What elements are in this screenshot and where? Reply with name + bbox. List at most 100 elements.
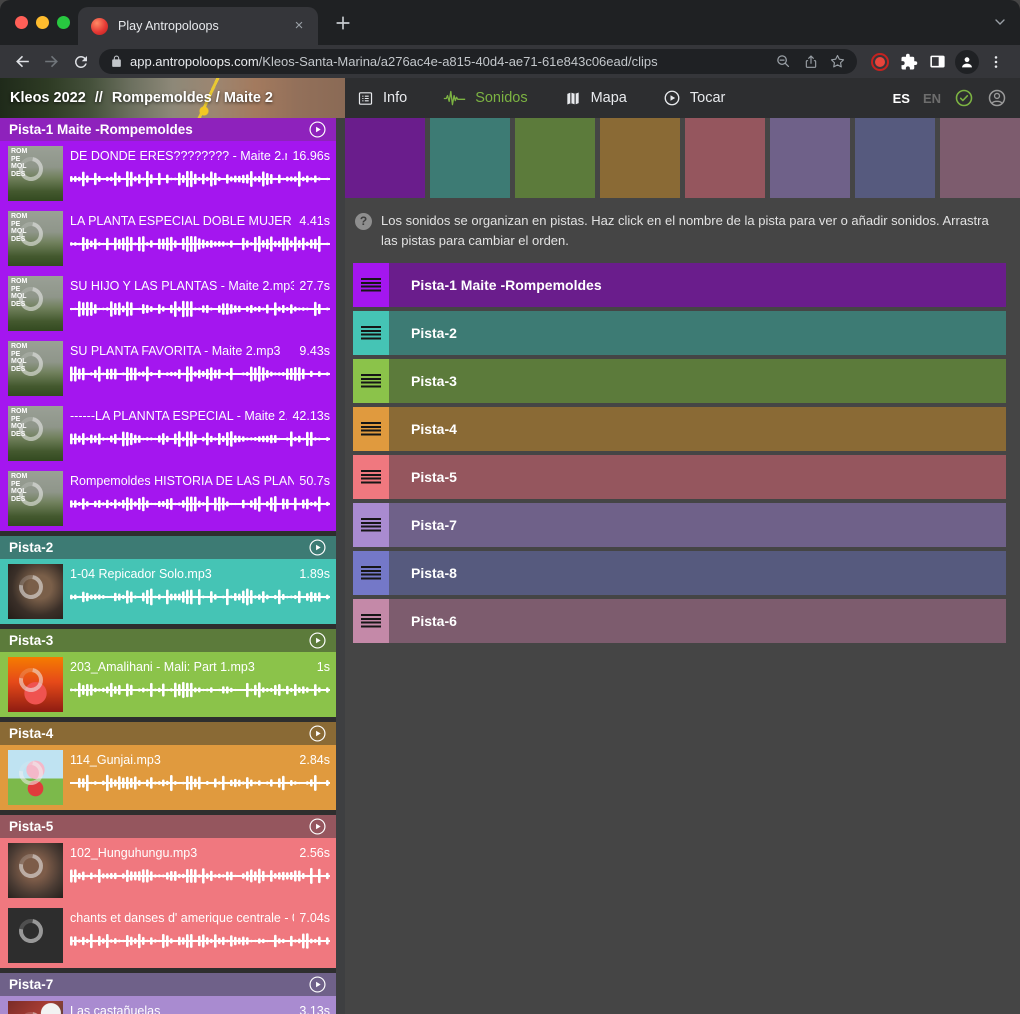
track-header[interactable]: Pista-4 [0, 722, 336, 745]
track-row[interactable]: Pista-7 [353, 503, 1006, 547]
track-play-button[interactable] [307, 724, 327, 744]
clip-name: DE DONDE ERES???????? - Maite 2.mp3 [70, 149, 287, 163]
forward-button[interactable] [37, 48, 66, 76]
tab-sonidos[interactable]: Sonidos [443, 90, 527, 107]
play-circle-icon [308, 975, 327, 994]
loading-spinner-icon [14, 914, 47, 947]
clip-name: SU PLANTA FAVORITA - Maite 2.mp3 [70, 344, 294, 358]
app-tabs: Info Sonidos Mapa Tocar [345, 78, 725, 118]
bookmark-button[interactable] [824, 50, 851, 74]
clip-thumbnail [8, 750, 63, 805]
track-drag-handle[interactable] [353, 407, 389, 451]
app-content: Pista-1 Maite -Rompemoldes ROM PE MOL DE… [0, 118, 1020, 1014]
clip-item[interactable]: Las castañuelas 3.13s [0, 996, 336, 1014]
clip-name: Las castañuelas [70, 1004, 294, 1014]
profile-button[interactable] [952, 48, 981, 76]
browser-menu-button[interactable] [981, 48, 1010, 76]
clip-thumbnail: ROM PE MOL DES [8, 471, 63, 526]
extensions-puzzle-icon [900, 53, 918, 71]
track-play-button[interactable] [307, 120, 327, 140]
loading-spinner-icon [14, 1007, 47, 1014]
track-drag-handle[interactable] [353, 263, 389, 307]
clip-item[interactable]: ROM PE MOL DES Rompemoldes HISTORIA DE L… [0, 466, 336, 531]
new-tab-button[interactable] [332, 12, 354, 34]
sidebar-scrollbar[interactable] [336, 118, 345, 1014]
breadcrumb[interactable]: Kleos 2022 // Rompemoldes / Maite 2 [0, 78, 345, 118]
extensions-button[interactable] [894, 48, 923, 76]
share-button[interactable] [797, 50, 824, 74]
map-icon [564, 90, 582, 107]
track-header[interactable]: Pista-1 Maite -Rompemoldes [0, 118, 336, 141]
reload-button[interactable] [66, 48, 95, 76]
track-drag-handle[interactable] [353, 311, 389, 355]
clip-waveform [70, 300, 330, 318]
recording-indicator[interactable] [865, 48, 894, 76]
track-drag-handle[interactable] [353, 503, 389, 547]
clip-thumbnail: ROM PE MOL DES [8, 276, 63, 331]
track-drag-handle[interactable] [353, 551, 389, 595]
track-drag-handle[interactable] [353, 455, 389, 499]
drag-handle-icon [361, 566, 381, 581]
window-close-button[interactable] [15, 16, 28, 29]
clip-item[interactable]: 203_Amalihani - Mali: Part 1.mp3 1s [0, 652, 336, 717]
clip-item[interactable]: ROM PE MOL DES LA PLANTA ESPECIAL DOBLE … [0, 206, 336, 271]
tab-mapa[interactable]: Mapa [564, 90, 627, 107]
track-row-label: Pista-7 [389, 503, 1006, 547]
track-color-swatch [855, 118, 935, 198]
track-header[interactable]: Pista-5 [0, 815, 336, 838]
tab-info[interactable]: Info [357, 90, 407, 107]
url-bar[interactable]: app.antropoloops.com/Kleos-Santa-Marina/… [99, 49, 857, 74]
track-drag-handle[interactable] [353, 359, 389, 403]
track-row[interactable]: Pista-1 Maite -Rompemoldes [353, 263, 1006, 307]
track-play-button[interactable] [307, 975, 327, 995]
clip-list: 203_Amalihani - Mali: Part 1.mp3 1s [0, 652, 336, 717]
clip-item[interactable]: 1-04 Repicador Solo.mp3 1.89s [0, 559, 336, 624]
track-row[interactable]: Pista-5 [353, 455, 1006, 499]
clip-name: ------LA PLANNTA ESPECIAL - Maite 2.mp3 [70, 409, 287, 423]
clip-thumbnail [8, 1001, 63, 1014]
track-row[interactable]: Pista-6 [353, 599, 1006, 643]
tab-search-chevron-button[interactable] [992, 14, 1008, 30]
track-play-button[interactable] [307, 631, 327, 651]
track-header[interactable]: Pista-7 [0, 973, 336, 996]
lang-es-button[interactable]: ES [893, 91, 910, 106]
clip-duration: 50.7s [299, 474, 330, 488]
clip-item[interactable]: 114_Gunjai.mp3 2.84s [0, 745, 336, 810]
side-panel-button[interactable] [923, 48, 952, 76]
track-header[interactable]: Pista-3 [0, 629, 336, 652]
tab-tocar[interactable]: Tocar [663, 89, 725, 107]
tab-close-icon[interactable]: × [290, 17, 308, 35]
track-play-button[interactable] [307, 817, 327, 837]
track-drag-handle[interactable] [353, 599, 389, 643]
clip-item[interactable]: chants et danses d' amerique centrale - … [0, 903, 336, 968]
track-row-label: Pista-1 Maite -Rompemoldes [389, 263, 1006, 307]
clip-item[interactable]: ROM PE MOL DES SU PLANTA FAVORITA - Mait… [0, 336, 336, 401]
browser-tab[interactable]: Play Antropoloops × [78, 7, 318, 45]
track-play-button[interactable] [307, 538, 327, 558]
clip-item[interactable]: ROM PE MOL DES DE DONDE ERES???????? - M… [0, 141, 336, 206]
window-minimize-button[interactable] [36, 16, 49, 29]
track-row[interactable]: Pista-2 [353, 311, 1006, 355]
clip-item[interactable]: ROM PE MOL DES ------LA PLANNTA ESPECIAL… [0, 401, 336, 466]
track-row[interactable]: Pista-8 [353, 551, 1006, 595]
clip-item[interactable]: 102_Hunguhungu.mp3 2.56s [0, 838, 336, 903]
track-title: Pista-1 Maite -Rompemoldes [9, 122, 307, 137]
sync-status-button[interactable] [954, 88, 974, 108]
back-button[interactable] [8, 48, 37, 76]
window-zoom-button[interactable] [57, 16, 70, 29]
clip-waveform [70, 430, 330, 448]
account-button[interactable] [987, 88, 1007, 108]
lang-en-button[interactable]: EN [923, 91, 941, 106]
clip-thumbnail [8, 843, 63, 898]
track-row[interactable]: Pista-3 [353, 359, 1006, 403]
track-header[interactable]: Pista-2 [0, 536, 336, 559]
tab-sonidos-label: Sonidos [475, 90, 527, 106]
clip-name: 203_Amalihani - Mali: Part 1.mp3 [70, 660, 312, 674]
zoom-out-button[interactable] [770, 50, 797, 74]
clip-item[interactable]: ROM PE MOL DES SU HIJO Y LAS PLANTAS - M… [0, 271, 336, 336]
track-row[interactable]: Pista-4 [353, 407, 1006, 451]
reload-icon [72, 53, 90, 71]
clip-waveform [70, 365, 330, 383]
loading-spinner-icon [14, 570, 47, 603]
clip-name: Rompemoldes HISTORIA DE LAS PLANTAS... [70, 474, 294, 488]
